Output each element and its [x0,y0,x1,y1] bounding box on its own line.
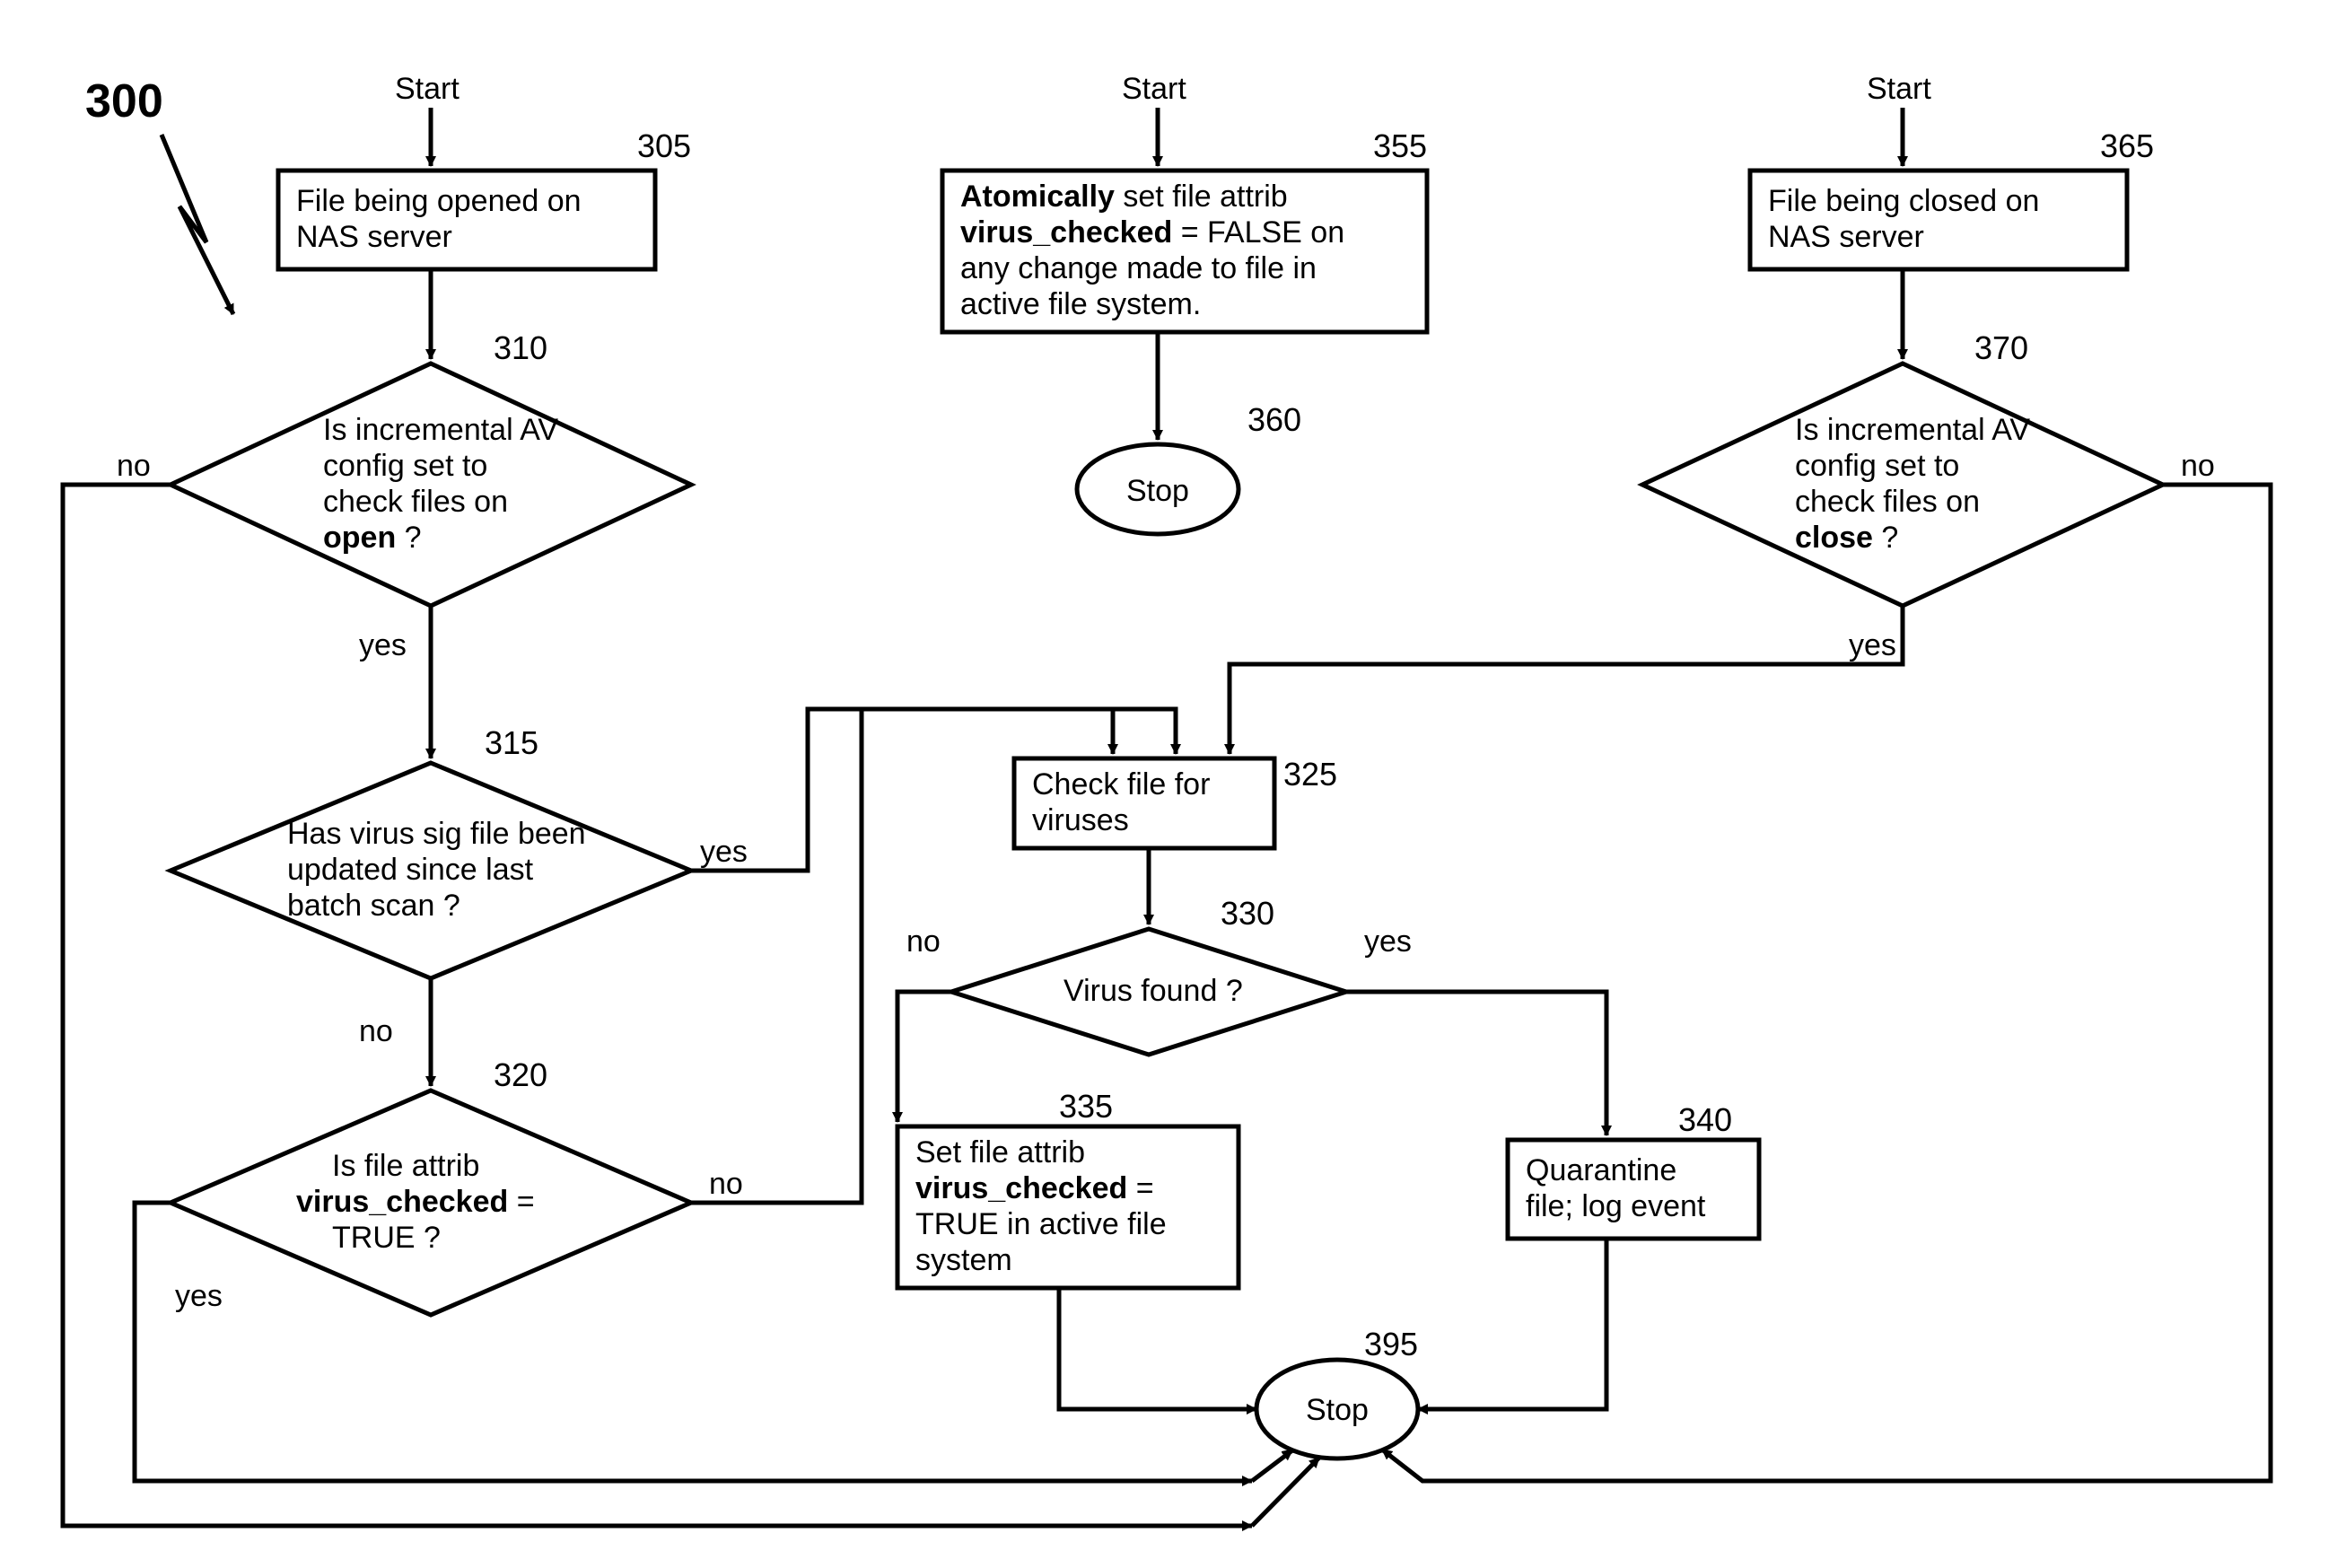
num-340: 340 [1678,1101,1732,1138]
node-340-l2: file; log event [1526,1189,1706,1223]
edge-370-no [1382,485,2271,1481]
num-365: 365 [2100,127,2154,164]
node-315-l3: batch scan ? [287,889,460,923]
num-305: 305 [637,127,691,164]
edge-370-no-label: no [2181,449,2215,483]
start-label-2: Start [1122,72,1186,106]
edge-320yes-into-395 [1252,1450,1292,1481]
edge-310-no-label: no [117,449,151,483]
node-325-l2: viruses [1032,803,1129,837]
edge-340-395 [1418,1239,1606,1409]
node-305-l2: NAS server [296,220,452,254]
start-label-1: Start [395,72,460,106]
node-370-l2: config set to [1795,449,1959,483]
edge-335-395 [1059,1288,1256,1409]
node-310-l3: check files on [323,485,508,519]
num-395: 395 [1364,1326,1418,1362]
num-310: 310 [494,329,547,366]
node-325-l1: Check file for [1032,767,1210,802]
figure-number: 300 [85,75,163,127]
edge-310no-into-395 [1252,1458,1319,1526]
edge-315-yes-label: yes [700,835,748,869]
edge-315-no-label: no [359,1014,393,1048]
num-330: 330 [1221,895,1274,932]
edge-370-yes-label: yes [1849,628,1896,662]
node-370-l4: close ? [1795,521,1898,555]
node-355-l3: any change made to file in [960,251,1317,285]
node-335-l3: TRUE in active file [915,1207,1167,1241]
node-330-l1: Virus found ? [1063,974,1243,1008]
node-315-l2: updated since last [287,853,534,887]
num-355: 355 [1373,127,1427,164]
node-355-l4: active file system. [960,287,1201,321]
node-320-l1: Is file attrib [332,1149,479,1183]
edge-320-no-label: no [709,1167,743,1201]
node-305-l1: File being opened on [296,184,582,218]
edge-370-325 [1230,606,1903,754]
edge-330-yes-label: yes [1364,924,1412,959]
edge-320-yes-label: yes [175,1279,223,1313]
num-315: 315 [485,724,538,761]
node-310-l4: open ? [323,521,422,555]
flowchart: 300 Start 305 File being opened on NAS s… [0,0,2337,1568]
node-355-l1: Atomically set file attrib [960,180,1288,214]
edge-330-335 [897,992,951,1122]
node-335-l4: system [915,1243,1012,1277]
node-315-l1: Has virus sig file been [287,817,586,851]
node-320-l3: TRUE ? [332,1221,441,1255]
node-395-label: Stop [1306,1393,1369,1427]
edge-330-no-label: no [906,924,941,959]
figure-pointer [162,135,233,314]
node-360-label: Stop [1126,474,1189,508]
node-335-l2: virus_checked = [915,1171,1154,1205]
node-310-l1: Is incremental AV [323,413,558,447]
node-370-l3: check files on [1795,485,1980,519]
edge-330-340 [1346,992,1606,1135]
start-label-3: Start [1867,72,1931,106]
node-355-l2: virus_checked = FALSE on [960,215,1344,250]
node-340-l1: Quarantine [1526,1153,1676,1187]
num-370: 370 [1974,329,2028,366]
node-365-l2: NAS server [1768,220,1924,254]
num-335: 335 [1059,1088,1113,1125]
num-320: 320 [494,1056,547,1093]
node-320-l2: virus_checked = [296,1185,535,1219]
num-360: 360 [1247,401,1301,438]
node-335-l1: Set file attrib [915,1135,1085,1169]
edge-310-yes-label: yes [359,628,407,662]
node-370-l1: Is incremental AV [1795,413,2030,447]
node-365-l1: File being closed on [1768,184,2039,218]
node-310-l2: config set to [323,449,487,483]
num-325: 325 [1283,756,1337,793]
